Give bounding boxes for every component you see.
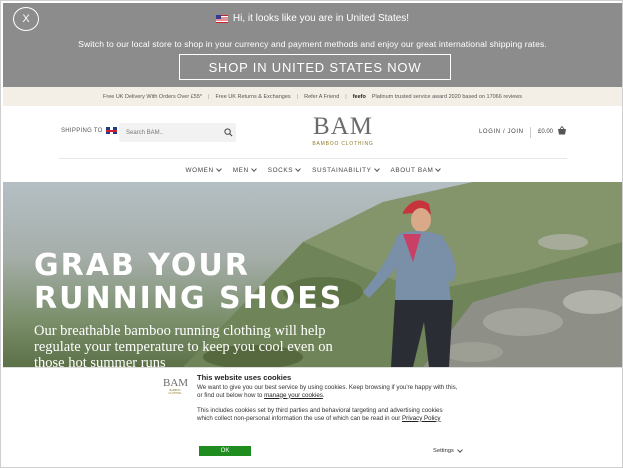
nav-item-sustainability[interactable]: SUSTAINABILITY [312, 166, 380, 174]
main-nav: WOMEN MEN SOCKS SUSTAINABILITY ABOUT BAM [59, 158, 567, 181]
cookie-banner: BAM BAMBOO CLOTHING This website uses co… [3, 367, 622, 467]
nav-item-label: MEN [232, 166, 249, 174]
shipping-selector[interactable]: SHIPPING TO [61, 127, 117, 134]
manage-cookies-link[interactable]: manage your cookies [264, 392, 323, 399]
hero-title-line2: RUNNING SHOES [34, 281, 344, 316]
cookie-logo-wordmark: BAM [163, 377, 189, 389]
nav-item-label: ABOUT BAM [390, 166, 434, 174]
nav-item-men[interactable]: MEN [232, 166, 257, 174]
feefo-logo: feefo [352, 93, 366, 100]
hero-title: GRAB YOUR RUNNING SHOES [34, 249, 343, 315]
shop-local-store-button[interactable]: SHOP IN UNITED STATES NOW [179, 54, 451, 80]
hero-description: Our breathable bamboo running clothing w… [34, 323, 333, 367]
header-divider [530, 127, 531, 138]
cookie-paragraph-1: We want to give you our best service by … [197, 384, 459, 399]
logo-wordmark: BAM [313, 113, 373, 140]
cart-button[interactable]: £0.00 [538, 125, 567, 137]
nav-item-label: WOMEN [185, 166, 214, 174]
login-join-link[interactable]: LOGIN / JOIN [479, 129, 524, 135]
cart-total: £0.00 [538, 128, 554, 135]
cookie-paragraph-2: This includes cookies set by third parti… [197, 407, 459, 422]
privacy-policy-link[interactable]: Privacy Policy [402, 415, 441, 422]
cookie-p1-end: . [322, 391, 325, 399]
cookie-settings-label: Settings [433, 448, 454, 454]
info-separator: | [208, 93, 210, 100]
geo-subtext: Switch to our local store to shop in you… [78, 39, 547, 49]
site-header: SHIPPING TO Search BAM.. BAM BAMBOO CLOT… [3, 106, 622, 158]
search-icon[interactable] [220, 125, 236, 141]
nav-item-label: SOCKS [267, 166, 294, 174]
nav-item-about-bam[interactable]: ABOUT BAM [390, 166, 442, 174]
info-separator: | [345, 93, 347, 100]
cookie-logo-tagline: BAMBOO CLOTHING [168, 389, 182, 395]
info-strip: Free UK Delivery With Orders Over £55* |… [3, 87, 622, 106]
geo-message-text: Hi, it looks like you are in United Stat… [232, 13, 410, 24]
cookie-settings-button[interactable]: Settings [433, 447, 463, 454]
nav-item-label: SUSTAINABILITY [312, 166, 372, 174]
chevron-down-icon [250, 166, 257, 172]
geo-message: Hi, it looks like you are in United Stat… [3, 13, 622, 24]
us-flag-icon [215, 14, 228, 23]
cookie-ok-button[interactable]: OK [199, 446, 251, 456]
chevron-down-icon [457, 447, 463, 453]
hero-title-line1: GRAB YOUR [34, 248, 250, 283]
chevron-down-icon [215, 166, 222, 172]
cookie-bam-logo: BAM BAMBOO CLOTHING [163, 377, 189, 396]
info-free-returns[interactable]: Free UK Returns & Exchanges [215, 94, 290, 100]
page-frame: X Hi, it looks like you are in United St… [0, 0, 623, 468]
bam-logo[interactable]: BAM BAMBOO CLOTHING [309, 113, 377, 148]
chevron-down-icon [295, 166, 301, 172]
logo-tagline: BAMBOO CLOTHING [312, 141, 374, 147]
uk-flag-icon [105, 127, 117, 134]
info-refer-friend[interactable]: Refer A Friend [304, 94, 339, 100]
basket-icon [557, 125, 567, 137]
search-box[interactable]: Search BAM.. [119, 123, 236, 142]
cookie-p1-text: We want to give you our best service by … [197, 384, 458, 399]
nav-item-women[interactable]: WOMEN [185, 166, 222, 174]
chevron-down-icon [435, 166, 442, 172]
info-free-delivery[interactable]: Free UK Delivery With Orders Over £55* [103, 94, 202, 100]
hero-banner[interactable]: GRAB YOUR RUNNING SHOES Our breathable b… [3, 182, 622, 367]
cookie-title: This website uses cookies [197, 373, 292, 382]
chevron-down-icon [373, 166, 380, 172]
geo-banner: X Hi, it looks like you are in United St… [3, 3, 622, 87]
feefo-award-text[interactable]: Platinum trusted service award 2020 base… [372, 94, 522, 100]
info-separator: | [296, 93, 299, 100]
shipping-label: SHIPPING TO [61, 127, 103, 134]
nav-item-socks[interactable]: SOCKS [267, 166, 301, 174]
search-input[interactable]: Search BAM.. [126, 130, 220, 136]
